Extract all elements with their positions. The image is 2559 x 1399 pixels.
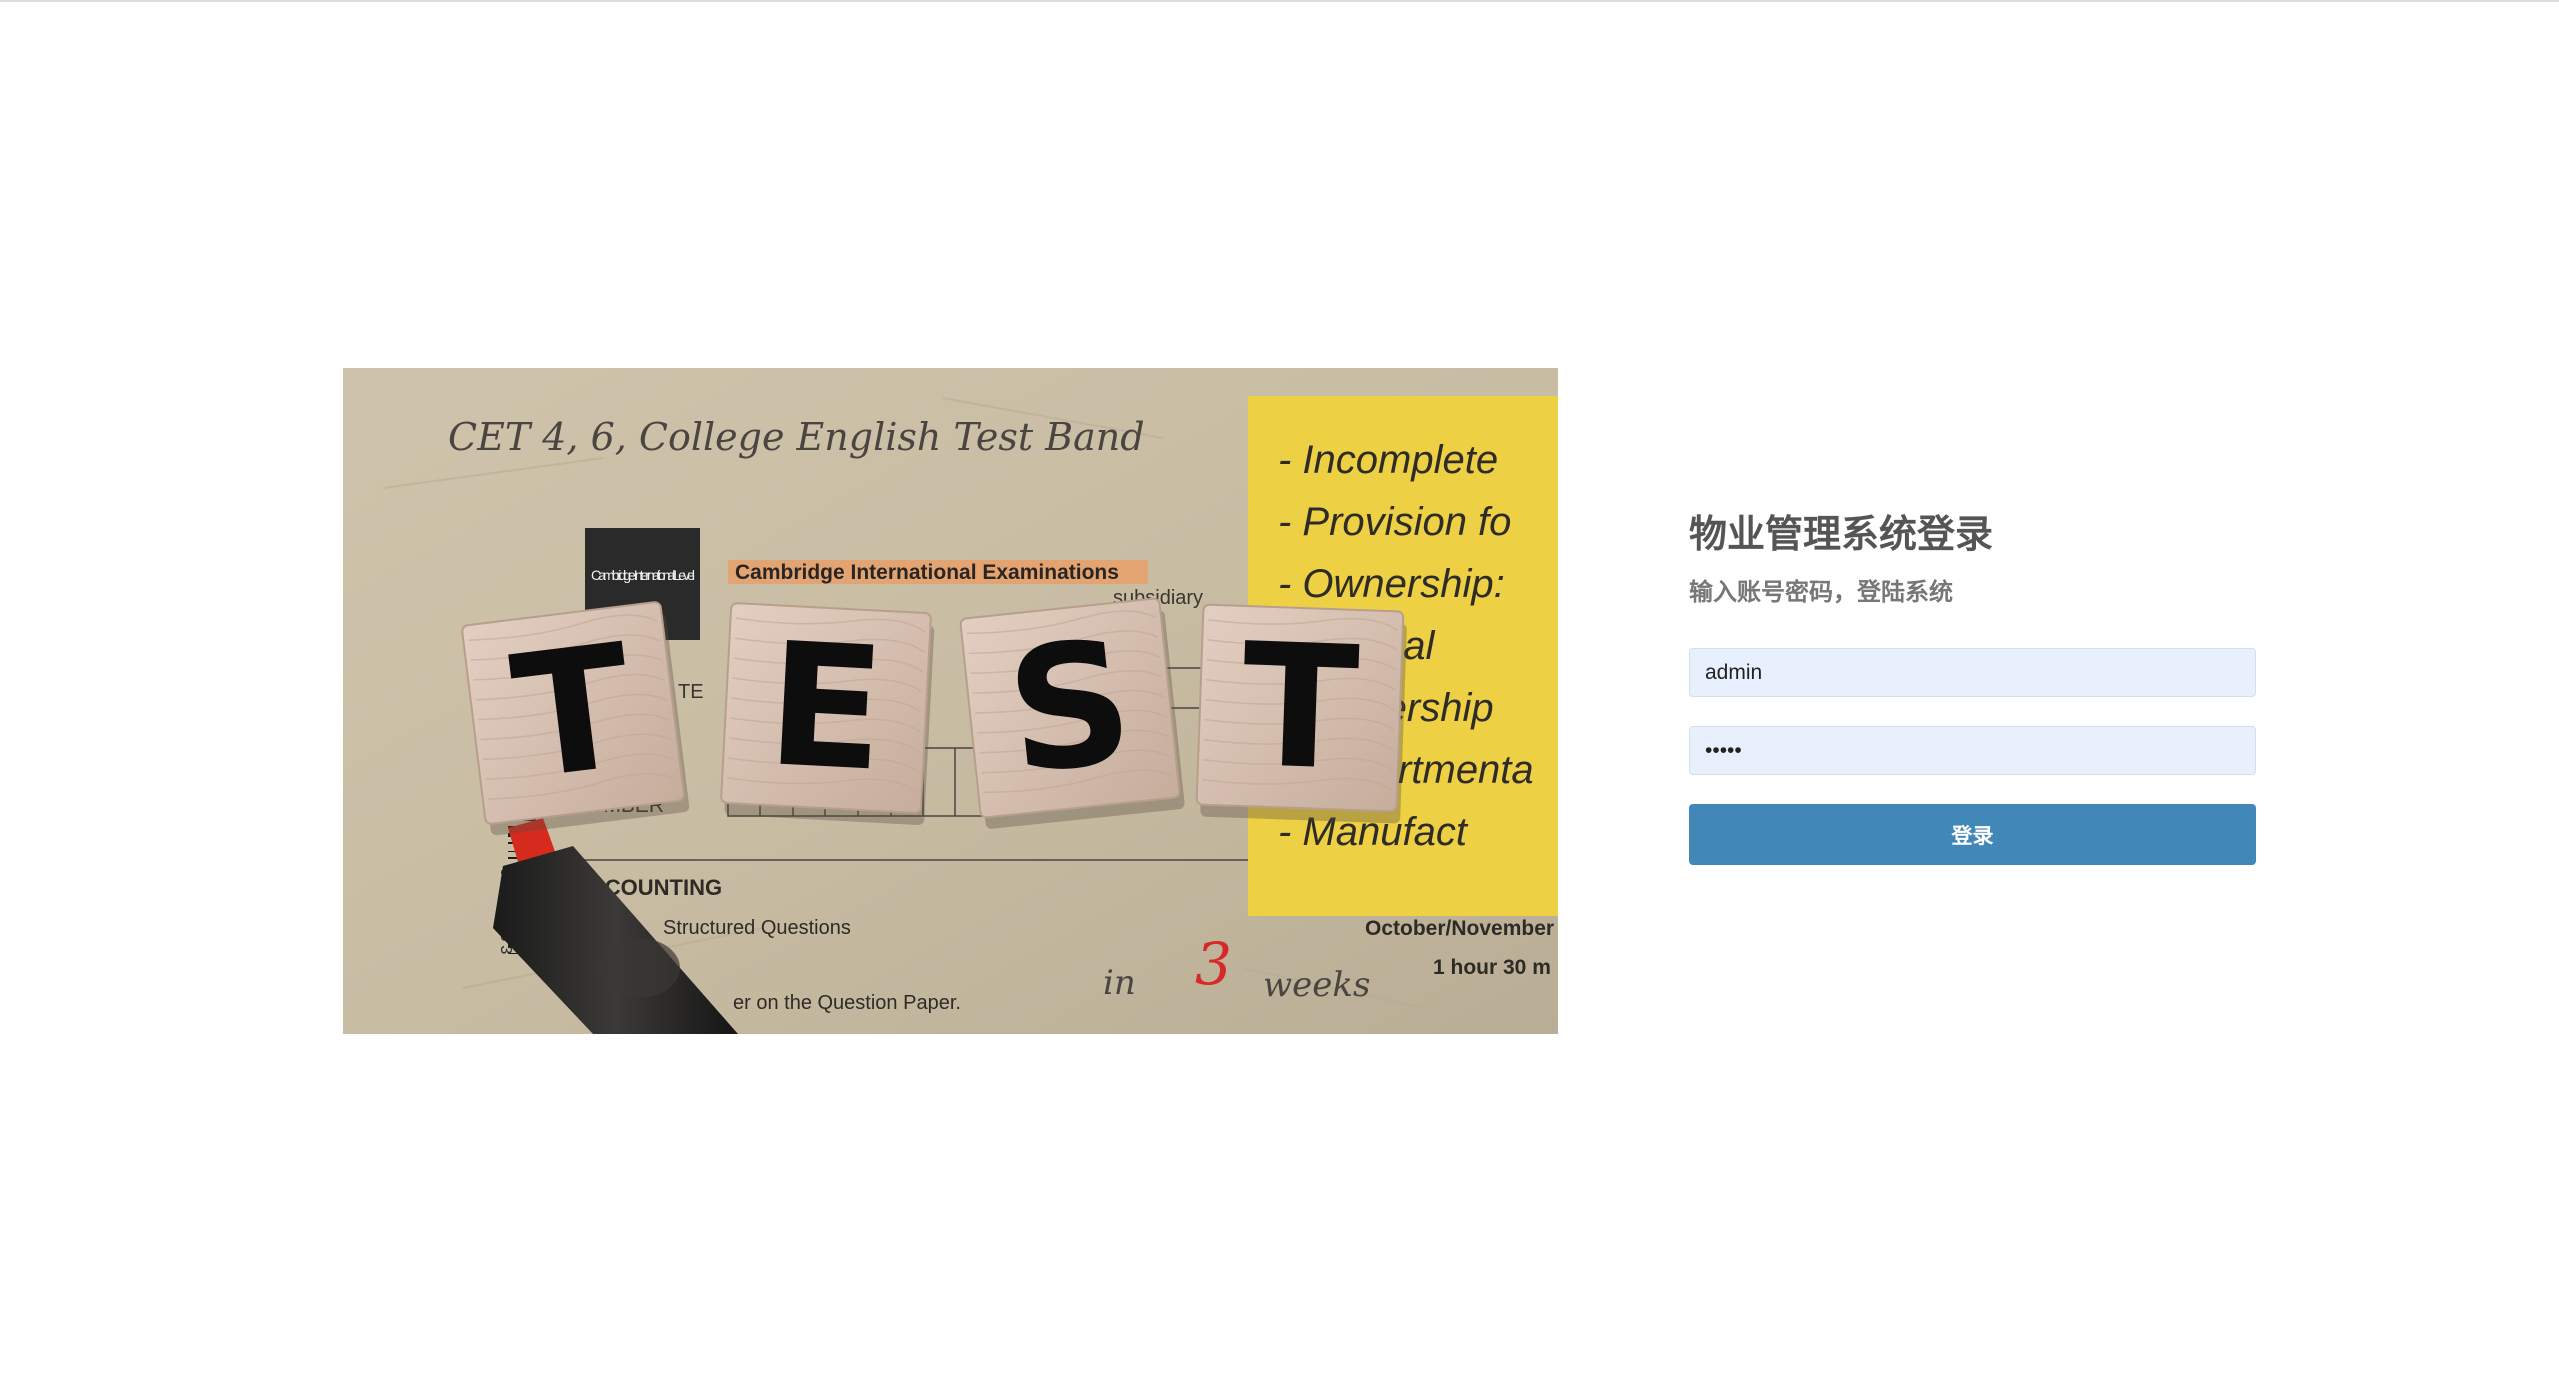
tile-letter: T [1239, 607, 1362, 809]
paper-text: Structured Questions [663, 917, 851, 939]
duration-text: 1 hour 30 m [1433, 956, 1551, 979]
handwritten-header: CET 4, 6, College English Test Band [448, 415, 1145, 459]
tile-letter: E [763, 606, 889, 810]
login-panel: 物业管理系统登录 输入账号密码，登陆系统 登录 [1689, 510, 2256, 865]
exam-board-partial: Cambridge International Level [591, 567, 695, 583]
letter-tile: T [461, 601, 690, 836]
username-input[interactable] [1689, 648, 2256, 697]
instruction-text: er on the Question Paper. [733, 992, 961, 1014]
scribble-in: in [1103, 963, 1136, 1003]
top-divider [0, 0, 2559, 2]
login-button[interactable]: 登录 [1689, 804, 2256, 865]
sticky-note-line: - Incomplete [1278, 438, 1498, 482]
exam-board-text: Cambridge International Examinations [735, 561, 1119, 584]
sticky-note-line: - Provision fo [1278, 500, 1511, 544]
password-input[interactable] [1689, 726, 2256, 775]
tile-letter: S [999, 603, 1141, 813]
scribble-weeks: weeks [1263, 965, 1370, 1005]
login-subtitle: 输入账号密码，登陆系统 [1689, 578, 1953, 606]
sticky-note-line: - Ownership: [1278, 562, 1505, 606]
tile-letter: T [503, 608, 642, 819]
scribble-number: 3 [1195, 930, 1232, 998]
session-text: October/November [1365, 917, 1554, 940]
te-fragment: TE [678, 681, 704, 703]
letter-tile: S [959, 597, 1185, 829]
login-title: 物业管理系统登录 [1689, 512, 1994, 556]
hero-image: CET 4, 6, College English Test Band Camb… [343, 368, 1558, 1034]
letter-tile: E [720, 602, 935, 825]
letter-tile: T [1195, 603, 1407, 824]
